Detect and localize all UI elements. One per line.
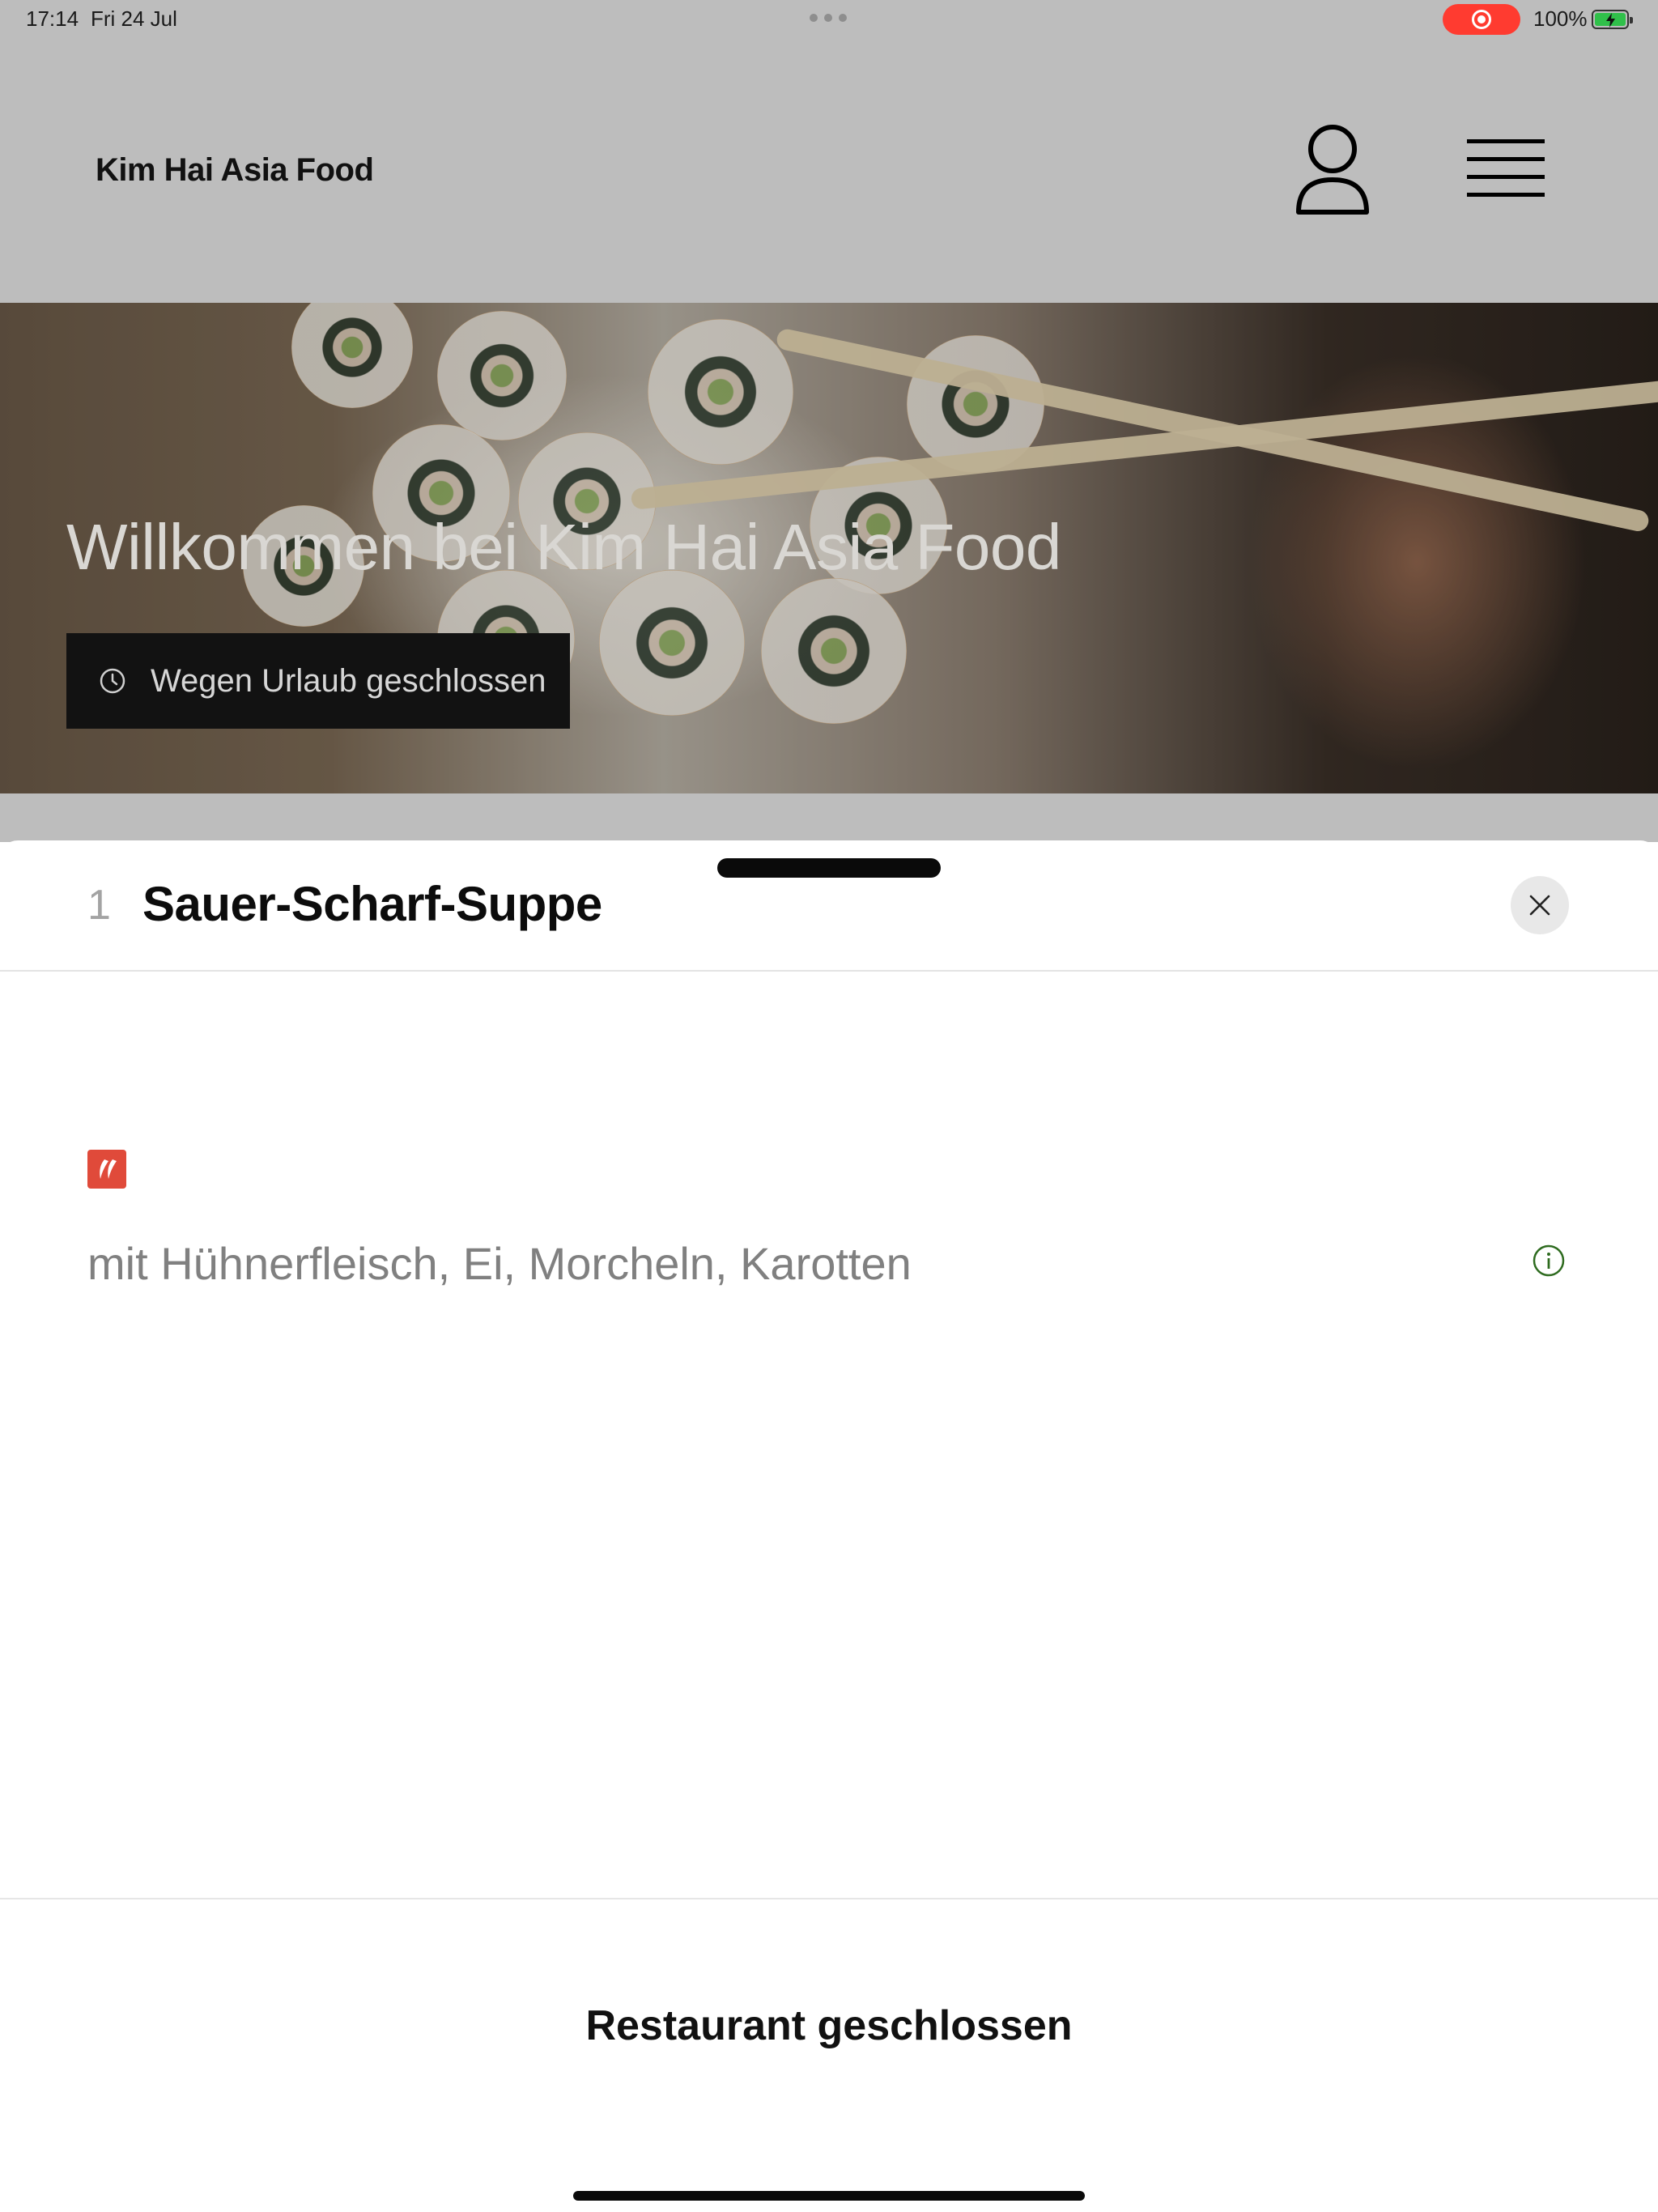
header-divider [0,970,1658,972]
hamburger-menu-icon[interactable] [1464,134,1548,207]
hero-banner: Willkommen bei Kim Hai Asia Food Wegen U… [0,303,1658,793]
spicy-chili-icon [87,1150,126,1189]
item-detail-sheet: 1 Sauer-Scharf-Suppe mit Hühnerfleisch, … [0,840,1658,2212]
status-date: Fri 24 Jul [91,6,177,31]
status-badge: Wegen Urlaub geschlossen [66,633,570,729]
close-button[interactable] [1511,876,1569,934]
hero-title: Willkommen bei Kim Hai Asia Food [66,511,1061,583]
person-icon[interactable] [1292,121,1373,219]
status-badge-label: Wegen Urlaub geschlossen [151,662,546,699]
restaurant-closed-label: Restaurant geschlossen [585,2002,1073,2049]
close-icon [1529,895,1550,916]
item-title: Sauer-Scharf-Suppe [142,877,602,931]
item-number: 1 [87,882,111,929]
screen-recording-icon[interactable] [1443,4,1520,35]
footer-divider [0,1898,1658,1899]
item-description: mit Hühnerfleisch, Ei, Morcheln, Karotte… [87,1238,912,1289]
status-bar: 17:14 Fri 24 Jul 100% [0,0,1658,39]
background-page: 17:14 Fri 24 Jul 100% Kim Hai Asia Food [0,0,1658,842]
status-time: 17:14 [26,6,79,31]
battery-percentage: 100% [1533,6,1588,31]
multitasking-dots-icon[interactable] [810,14,847,22]
clock-icon [100,668,125,694]
site-title[interactable]: Kim Hai Asia Food [96,152,374,189]
info-icon[interactable] [1532,1244,1566,1278]
sheet-grabber-handle[interactable] [717,858,941,878]
home-indicator[interactable] [573,2191,1085,2201]
battery-charging-icon [1592,10,1633,29]
